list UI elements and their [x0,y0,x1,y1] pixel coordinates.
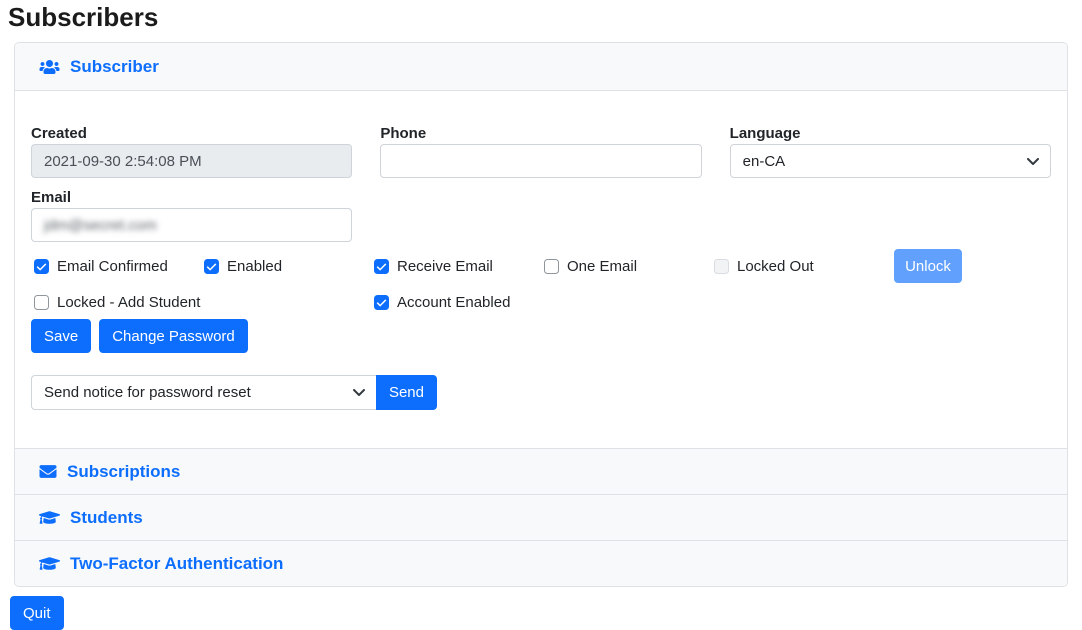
email-redacted-value: jdm@secret.com [44,217,157,234]
envelope-icon [39,463,57,480]
checkbox-label: Locked - Add Student [57,294,200,311]
students-section-title: Students [70,508,143,528]
unlock-button-cell: Unlock [881,249,1051,283]
checkbox-label: Email Confirmed [57,258,168,275]
chevron-down-icon [1027,158,1039,166]
checkbox-label: Locked Out [737,258,814,275]
email-field[interactable]: jdm@secret.com [31,208,352,242]
created-field [31,144,352,178]
two-factor-section-header[interactable]: Two-Factor Authentication [15,540,1067,586]
quit-button[interactable]: Quit [10,596,64,630]
checkbox-label: One Email [567,258,637,275]
checkbox-email-confirmed-box[interactable] [34,259,49,274]
notice-selected-value: Send notice for password reset [44,384,251,401]
subscriptions-section-title: Subscriptions [67,462,180,482]
send-button[interactable]: Send [376,375,437,410]
change-password-button[interactable]: Change Password [99,319,248,353]
checkbox-locked-add-student[interactable]: Locked - Add Student [31,294,371,311]
notice-select[interactable]: Send notice for password reset [31,375,376,410]
save-button[interactable]: Save [31,319,91,353]
phone-field-group: Phone [380,126,701,178]
page-title: Subscribers [0,0,1082,32]
checkbox-label: Receive Email [397,258,493,275]
subscriptions-section-header[interactable]: Subscriptions [15,448,1067,494]
checkbox-account-enabled-box[interactable] [374,295,389,310]
phone-label: Phone [380,126,701,142]
subscriber-section-header[interactable]: Subscriber [15,43,1067,91]
checkbox-receive-email[interactable]: Receive Email [371,258,541,275]
phone-field[interactable] [380,144,701,178]
unlock-button[interactable]: Unlock [894,249,962,283]
chevron-down-icon [353,389,365,397]
subscriber-card: Subscriber Created Phone Language en-CA [14,42,1068,587]
created-label: Created [31,126,352,142]
language-selected-value: en-CA [743,153,786,170]
language-select[interactable]: en-CA [730,144,1051,178]
language-field-group: Language en-CA [730,126,1051,178]
checkbox-account-enabled[interactable]: Account Enabled [371,294,711,311]
checkbox-one-email[interactable]: One Email [541,258,711,275]
students-section-header[interactable]: Students [15,494,1067,540]
checkbox-receive-email-box[interactable] [374,259,389,274]
checkbox-locked-out-box [714,259,729,274]
checkbox-label: Enabled [227,258,282,275]
subscriber-section-title: Subscriber [70,57,159,77]
checkbox-label: Account Enabled [397,294,510,311]
graduation-cap-icon [39,555,60,572]
checkbox-locked-out: Locked Out [711,258,881,275]
email-label: Email [31,190,352,206]
checkbox-enabled[interactable]: Enabled [201,258,371,275]
email-field-group: Email jdm@secret.com [31,190,352,242]
two-factor-section-title: Two-Factor Authentication [70,554,283,574]
subscriber-form: Created Phone Language en-CA Email [15,91,1067,448]
created-field-group: Created [31,126,352,178]
users-icon [39,59,60,75]
graduation-cap-icon [39,509,60,526]
checkbox-email-confirmed[interactable]: Email Confirmed [31,258,201,275]
checkbox-one-email-box[interactable] [544,259,559,274]
checkbox-enabled-box[interactable] [204,259,219,274]
checkbox-locked-add-student-box[interactable] [34,295,49,310]
language-label: Language [730,126,1051,142]
